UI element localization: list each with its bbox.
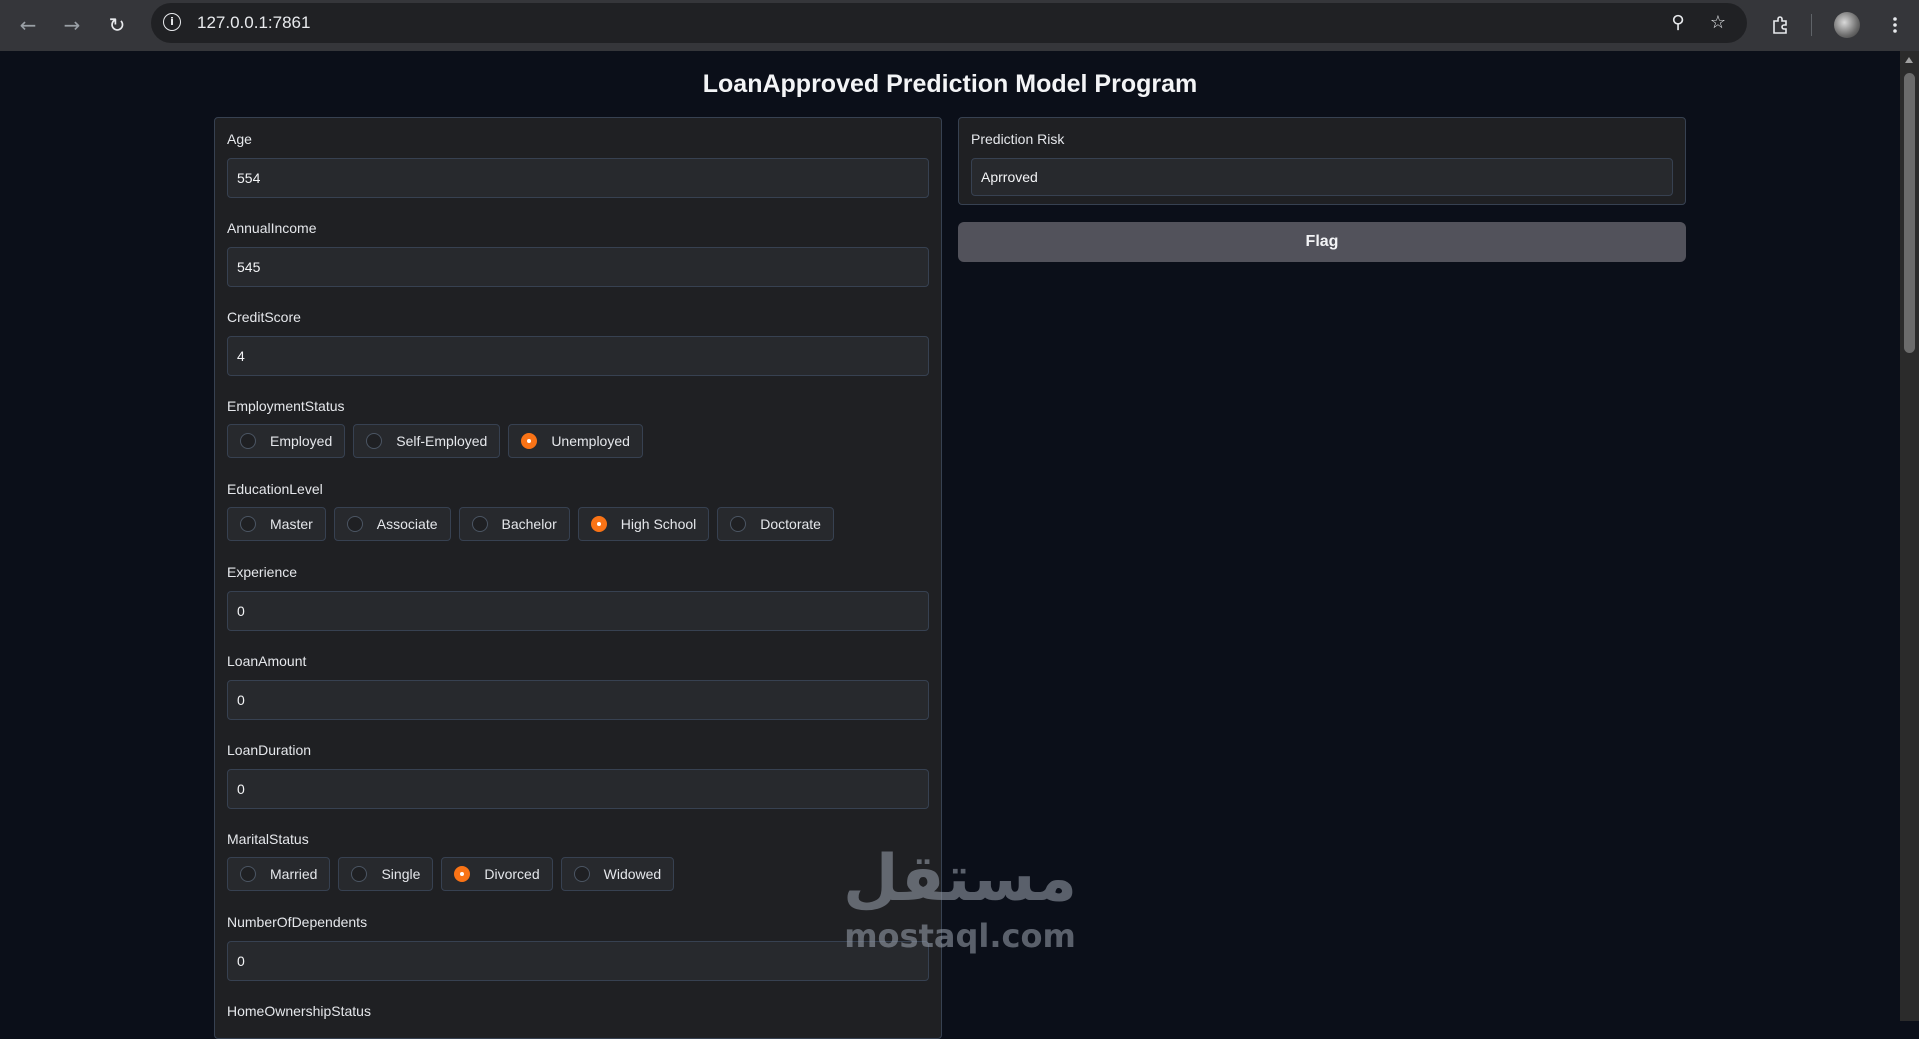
education-level-label: EducationLevel (227, 481, 323, 497)
scrollbar-thumb[interactable] (1904, 73, 1915, 353)
credit-score-label: CreditScore (227, 309, 301, 325)
radio-married[interactable]: Married (227, 857, 331, 891)
radio-circle (730, 516, 747, 532)
number-of-dependents-block: NumberOfDependents 0 (227, 912, 929, 981)
loan-duration-input[interactable]: 0 (227, 769, 929, 809)
page-scrollbar[interactable] (1900, 51, 1919, 1021)
radio-label: High School (620, 516, 697, 532)
radio-divorced[interactable]: Divorced (441, 857, 553, 891)
zoom-icon[interactable]: ⚲ (1666, 11, 1690, 35)
radio-bachelor[interactable]: Bachelor (458, 507, 570, 541)
marital-status-label: MaritalStatus (227, 831, 309, 847)
age-label: Age (227, 131, 252, 147)
radio-employed[interactable]: Employed (227, 424, 346, 458)
reload-icon[interactable]: ↻ (101, 9, 133, 41)
annual-income-block: AnnualIncome 545 (227, 218, 929, 287)
flag-button[interactable]: Flag (958, 222, 1686, 262)
profile-avatar[interactable] (1831, 9, 1863, 41)
avatar (1834, 12, 1860, 38)
loan-duration-label: LoanDuration (227, 742, 312, 758)
credit-score-block: CreditScore 4 (227, 307, 929, 376)
radio-circle (346, 516, 363, 532)
radio-circle-selected (521, 433, 538, 449)
radio-label: Doctorate (760, 516, 821, 532)
experience-block: Experience 0 (227, 562, 929, 631)
loan-amount-block: LoanAmount 0 (227, 651, 929, 720)
radio-circle-selected (590, 516, 607, 532)
radio-circle (573, 866, 590, 882)
toolbar-divider (1811, 14, 1812, 36)
radio-label: Associate (376, 516, 438, 532)
credit-score-input[interactable]: 4 (227, 336, 929, 376)
radio-doctorate[interactable]: Doctorate (717, 507, 834, 541)
radio-label: Bachelor (501, 516, 557, 532)
number-of-dependents-label: NumberOfDependents (227, 914, 368, 930)
browser-toolbar: ← → ↻ i 127.0.0.1:7861 ⚲ ☆ (0, 0, 1919, 52)
radio-single[interactable]: Single (338, 857, 434, 891)
radio-label: Master (270, 516, 313, 532)
radio-circle (240, 516, 256, 532)
radio-associate[interactable]: Associate (333, 507, 451, 541)
radio-high-school[interactable]: High School (577, 507, 710, 541)
employment-status-radio-group: Employed Self-Employed Unemployed (227, 424, 929, 458)
employment-status-label: EmploymentStatus (227, 398, 345, 414)
bookmark-star-icon[interactable]: ☆ (1706, 11, 1730, 35)
loan-duration-block: LoanDuration 0 (227, 740, 929, 809)
radio-circle (240, 866, 256, 882)
age-block: Age 554 (227, 129, 929, 198)
radio-label: Single (381, 866, 421, 882)
marital-status-block: MaritalStatus Married Single Divorced Wi… (227, 829, 929, 891)
home-ownership-status-label: HomeOwnershipStatus (227, 1003, 371, 1019)
url-text[interactable]: 127.0.0.1:7861 (197, 13, 310, 33)
radio-widowed[interactable]: Widowed (560, 857, 675, 891)
prediction-block: Prediction Risk Aprroved (971, 129, 1673, 196)
back-arrow-icon[interactable]: ← (12, 9, 44, 41)
annual-income-input[interactable]: 545 (227, 247, 929, 287)
page-title: LoanApproved Prediction Model Program (702, 70, 1198, 98)
radio-label: Divorced (484, 866, 540, 882)
radio-label: Employed (270, 433, 333, 449)
prediction-risk-output[interactable]: Aprroved (971, 158, 1673, 196)
radio-unemployed[interactable]: Unemployed (508, 424, 643, 458)
number-of-dependents-input[interactable]: 0 (227, 941, 929, 981)
radio-circle (351, 866, 368, 882)
app-page: LoanApproved Prediction Model Program Ag… (0, 51, 1900, 1039)
prediction-risk-label: Prediction Risk (971, 131, 1065, 147)
address-bar[interactable]: i 127.0.0.1:7861 ⚲ ☆ (151, 3, 1747, 43)
employment-status-block: EmploymentStatus Employed Self-Employed … (227, 396, 929, 458)
radio-circle (471, 516, 488, 532)
extensions-icon[interactable] (1765, 9, 1797, 41)
output-panel: Prediction Risk Aprroved (958, 117, 1686, 205)
education-level-radio-group: Master Associate Bachelor High School Do… (227, 507, 929, 541)
kebab-menu-icon[interactable] (1879, 9, 1911, 41)
annual-income-label: AnnualIncome (227, 220, 317, 236)
radio-circle-selected (454, 866, 471, 882)
education-level-block: EducationLevel Master Associate Bachelor… (227, 479, 929, 541)
radio-label: Self-Employed (396, 433, 488, 449)
age-input[interactable]: 554 (227, 158, 929, 198)
radio-label: Married (270, 866, 318, 882)
radio-master[interactable]: Master (227, 507, 326, 541)
radio-circle (240, 433, 256, 449)
loan-amount-input[interactable]: 0 (227, 680, 929, 720)
experience-label: Experience (227, 564, 298, 580)
radio-label: Unemployed (551, 433, 630, 449)
loan-amount-label: LoanAmount (227, 653, 307, 669)
site-info-icon[interactable]: i (163, 13, 181, 31)
radio-circle (366, 433, 383, 449)
experience-input[interactable]: 0 (227, 591, 929, 631)
radio-self-employed[interactable]: Self-Employed (353, 424, 501, 458)
scroll-up-arrow-icon[interactable] (1905, 57, 1913, 63)
marital-status-radio-group: Married Single Divorced Widowed (227, 857, 929, 891)
inputs-panel: Age 554 AnnualIncome 545 CreditScore 4 E… (214, 117, 942, 1039)
forward-arrow-icon[interactable]: → (56, 9, 88, 41)
radio-label: Widowed (603, 866, 662, 882)
home-ownership-status-block: HomeOwnershipStatus (227, 1001, 929, 1021)
